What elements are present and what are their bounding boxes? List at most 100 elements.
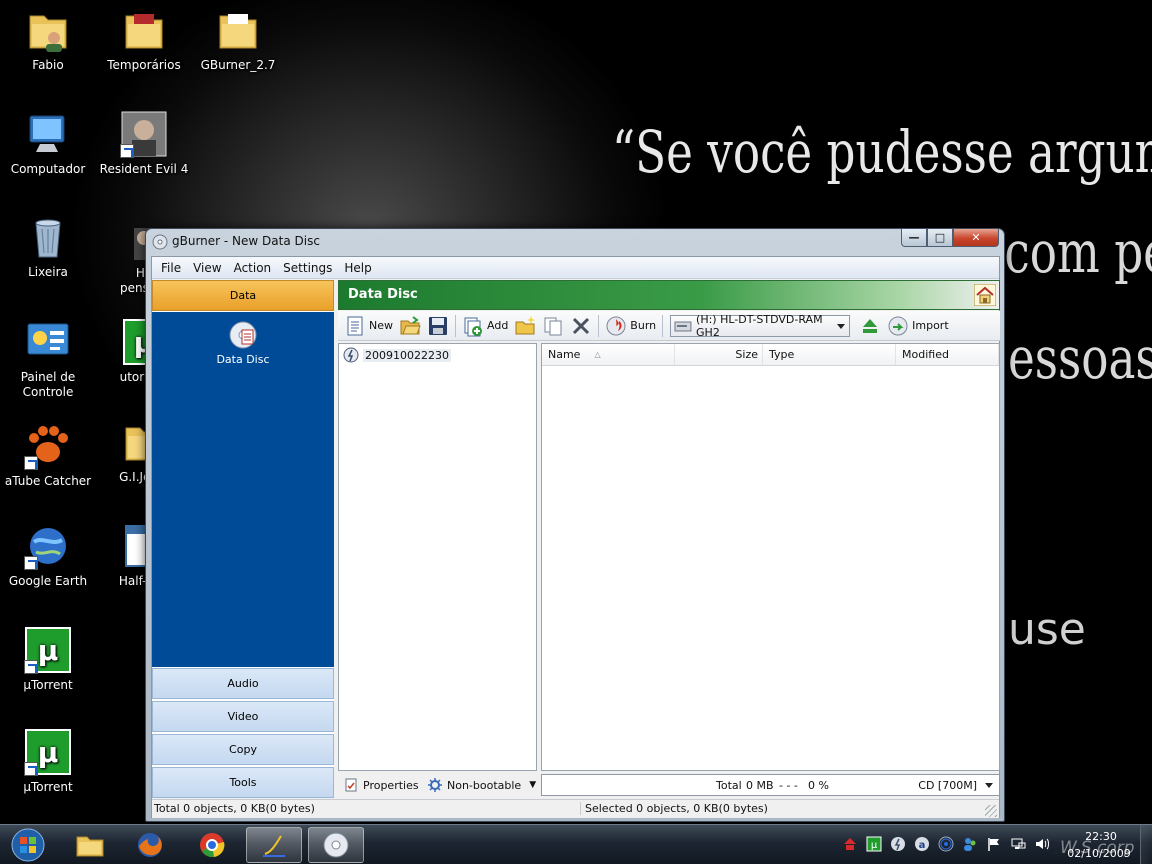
new-folder-button[interactable] — [511, 313, 539, 339]
desktop-icon-label: Lixeira — [28, 265, 68, 279]
menu-settings[interactable]: Settings — [277, 259, 338, 277]
add-label: Add — [487, 319, 509, 332]
optical-drive-icon — [674, 321, 692, 331]
open-button[interactable] — [396, 313, 424, 339]
nav-category-video[interactable]: Video — [152, 701, 334, 732]
windows-logo-icon — [11, 828, 45, 862]
copy-button[interactable] — [539, 313, 567, 339]
desktop-icon-painel-de-controle[interactable]: Painel de Controle — [0, 318, 96, 400]
media-type-value: CD [700M] — [918, 779, 977, 792]
left-navigation: Data Data Disc Audio Video Copy Tools — [152, 280, 334, 798]
desktop-icon-computador[interactable]: Computador — [0, 110, 96, 177]
new-folder-icon — [515, 315, 536, 334]
column-header-name[interactable]: Name △ — [542, 344, 675, 365]
column-header-modified[interactable]: Modified — [896, 344, 999, 365]
burn-tray-icon[interactable] — [890, 836, 906, 852]
disc-tree[interactable]: 200910022230 — [338, 343, 537, 771]
capacity-percent: 0 % — [808, 779, 829, 792]
eject-button[interactable] — [856, 313, 884, 339]
boot-option-button[interactable]: Non-bootable ▼ — [428, 775, 536, 795]
section-title: Data Disc — [348, 287, 418, 302]
file-list[interactable]: Name △ Size Type Modified — [541, 343, 1000, 771]
taskbar-explorer[interactable] — [62, 827, 118, 863]
title-bar[interactable]: gBurner - New Data Disc — □ ✕ — [146, 229, 1004, 255]
home-button[interactable] — [973, 283, 997, 307]
network-icon[interactable] — [1010, 836, 1026, 852]
window-client: File View Action Settings Help Data Data… — [151, 256, 1000, 818]
resize-grip[interactable] — [985, 805, 997, 817]
capacity-total-label: Total — [716, 779, 742, 792]
desktop-icon-lixeira[interactable]: Lixeira — [0, 213, 96, 280]
column-header-type[interactable]: Type — [763, 344, 896, 365]
menu-action[interactable]: Action — [228, 259, 278, 277]
properties-button[interactable]: Properties — [344, 775, 419, 795]
drive-select[interactable]: (H:) HL-DT-STDVD-RAM GH2 — [670, 313, 851, 339]
desktop-icon-google-earth[interactable]: Google Earth — [0, 522, 96, 589]
menu-help[interactable]: Help — [338, 259, 377, 277]
menu-view[interactable]: View — [187, 259, 227, 277]
desktop-icon-label: Computador — [10, 162, 86, 176]
volume-icon[interactable] — [1034, 836, 1050, 852]
toolbar-separator — [455, 314, 456, 337]
burn-button[interactable]: Burn — [602, 313, 659, 339]
gear-icon — [428, 778, 442, 792]
new-button[interactable]: New — [341, 313, 396, 339]
desktop-icon-label: µTorrent — [23, 780, 73, 794]
taskbar: µ a 22:30 02/10/2009 — [0, 824, 1152, 864]
taskbar-gburner[interactable] — [308, 827, 364, 863]
save-button[interactable] — [424, 313, 452, 339]
add-button[interactable]: Add — [459, 313, 511, 339]
new-label: New — [369, 319, 393, 332]
desktop-icon-label: Painel de Controle — [20, 370, 76, 399]
nav-item-data-disc[interactable]: Data Disc — [208, 320, 278, 366]
taskbar-firefox[interactable] — [122, 827, 178, 863]
desktop-icon-utorrent-1[interactable]: µ µTorrent — [0, 626, 96, 693]
desktop-icon-atube-catcher[interactable]: aTube Catcher — [0, 422, 96, 489]
start-button[interactable] — [8, 827, 48, 863]
shortcut-arrow-icon — [24, 456, 38, 470]
wireless-tray-icon[interactable] — [938, 836, 954, 852]
desktop-icon-temporarios[interactable]: Temporários — [96, 6, 192, 73]
sort-ascending-icon: △ — [594, 350, 601, 359]
menu-file[interactable]: File — [155, 259, 187, 277]
nav-category-audio[interactable]: Audio — [152, 668, 334, 699]
desktop-icon-fabio[interactable]: Fabio — [0, 6, 96, 73]
action-center-flag-icon[interactable] — [986, 836, 1002, 852]
nav-category-tools[interactable]: Tools — [152, 767, 334, 798]
a-tray-icon[interactable]: a — [914, 836, 930, 852]
disc-icon — [152, 234, 168, 250]
save-icon — [429, 316, 447, 335]
wallpaper-quote-line-4: use — [1008, 604, 1086, 655]
paw-icon — [24, 422, 72, 470]
maximize-button[interactable]: □ — [927, 229, 953, 247]
desktop-icon-resident-evil-4[interactable]: Resident Evil 4 — [96, 110, 192, 177]
desktop-icon-utorrent-2[interactable]: µ µTorrent — [0, 728, 96, 795]
delete-button[interactable] — [567, 313, 595, 339]
svg-text:a: a — [919, 840, 926, 851]
minimize-button[interactable]: — — [901, 229, 927, 247]
desktop-icon-gburner[interactable]: GBurner_2.7 — [190, 6, 286, 73]
messenger-tray-icon[interactable] — [962, 836, 978, 852]
eject-icon — [863, 318, 878, 333]
utorrent-tray-icon[interactable]: µ — [866, 836, 882, 852]
import-button[interactable]: Import — [884, 313, 952, 339]
desktop-icon-label: Temporários — [107, 58, 181, 72]
properties-label: Properties — [363, 778, 419, 792]
burn-label: Burn — [630, 319, 657, 332]
main-area: Data Disc New Add Burn (H:) HL-DT-STDVD-… — [338, 280, 1000, 797]
column-header-size[interactable]: Size — [675, 344, 763, 365]
network-arrow-icon[interactable] — [842, 836, 858, 852]
capacity-selector[interactable]: Total 0 MB - - - 0 % CD [700M] — [541, 774, 1000, 796]
nav-category-copy[interactable]: Copy — [152, 734, 334, 765]
toolbar-separator — [662, 314, 664, 337]
capacity-separator: - - - — [779, 779, 798, 792]
data-disc-icon — [229, 321, 257, 349]
show-desktop-button[interactable] — [1140, 825, 1152, 864]
disc-icon — [323, 832, 349, 858]
taskbar-editor[interactable] — [246, 827, 302, 863]
taskbar-chrome[interactable] — [184, 827, 240, 863]
tree-root-item[interactable]: 200910022230 — [343, 347, 451, 363]
close-button[interactable]: ✕ — [953, 229, 999, 247]
nav-category-data[interactable]: Data — [152, 280, 334, 311]
control-panel-icon — [24, 318, 72, 366]
